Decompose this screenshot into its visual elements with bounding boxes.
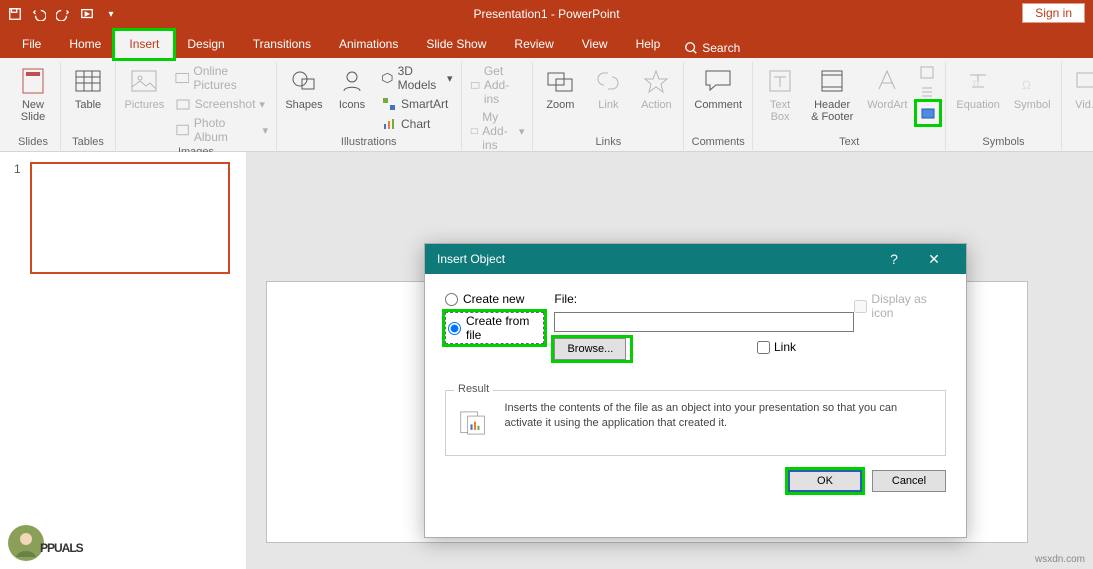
tab-view[interactable]: View: [568, 31, 622, 58]
slide-number-button[interactable]: [917, 82, 939, 102]
pictures-button[interactable]: Pictures: [122, 62, 167, 114]
slide-thumbnail-1[interactable]: [30, 162, 230, 274]
link-button[interactable]: Link: [587, 62, 629, 114]
tab-review[interactable]: Review: [500, 31, 567, 58]
icons-button[interactable]: Icons: [331, 62, 373, 114]
dialog-title: Insert Object: [437, 252, 505, 266]
chart-button[interactable]: Chart: [379, 114, 455, 134]
undo-icon[interactable]: [28, 3, 50, 25]
my-addins-button[interactable]: My Add-ins ▾: [468, 108, 527, 154]
watermark: wsxdn.com: [1035, 554, 1085, 565]
tab-design[interactable]: Design: [173, 31, 238, 58]
online-pictures-button[interactable]: Online Pictures: [173, 62, 270, 94]
help-icon[interactable]: ?: [874, 251, 914, 267]
header-footer-button[interactable]: Header & Footer: [807, 62, 857, 126]
group-images: Pictures Online Pictures Screenshot ▾ Ph…: [116, 62, 277, 150]
tab-animations[interactable]: Animations: [325, 31, 412, 58]
appuals-logo: PPUALS: [6, 522, 83, 563]
result-panel: Result Inserts the contents of the file …: [445, 390, 946, 456]
get-addins-button[interactable]: Get Add-ins: [468, 62, 527, 108]
svg-text:Ω: Ω: [1022, 78, 1031, 92]
quick-access-toolbar: ▾: [4, 3, 122, 25]
group-tables: Table Tables: [61, 62, 116, 150]
object-button[interactable]: [917, 102, 939, 124]
tab-transitions[interactable]: Transitions: [239, 31, 325, 58]
group-links: Zoom Link Action Links: [533, 62, 684, 150]
tab-file[interactable]: File: [8, 31, 55, 58]
tab-home[interactable]: Home: [55, 31, 115, 58]
group-addins: Get Add-ins My Add-ins ▾ Add-ins: [462, 62, 534, 150]
cancel-button[interactable]: Cancel: [872, 470, 946, 492]
title-bar: ▾ Presentation1 - PowerPoint Sign in: [0, 0, 1093, 28]
insert-object-dialog: Insert Object ? ✕ Create new Create from…: [424, 243, 967, 538]
file-path-input[interactable]: [554, 312, 854, 332]
svg-text:π: π: [972, 76, 980, 90]
ok-button[interactable]: OK: [788, 470, 862, 492]
file-label: File:: [554, 292, 854, 306]
display-as-icon-checkbox[interactable]: Display as icon: [854, 292, 946, 320]
zoom-button[interactable]: Zoom: [539, 62, 581, 114]
search-box[interactable]: Search: [684, 41, 740, 55]
window-title: Presentation1 - PowerPoint: [473, 7, 619, 21]
comment-button[interactable]: Comment: [690, 62, 746, 114]
wordart-button[interactable]: WordArt: [863, 62, 911, 114]
link-checkbox[interactable]: Link: [757, 340, 796, 354]
group-illustrations: Shapes Icons 3D Models ▾ SmartArt Chart …: [277, 62, 462, 150]
smartart-button[interactable]: SmartArt: [379, 94, 455, 114]
symbol-button[interactable]: ΩSymbol: [1010, 62, 1055, 114]
search-label: Search: [702, 41, 740, 55]
equation-button[interactable]: πEquation: [952, 62, 1003, 114]
result-icon: [458, 401, 489, 445]
start-from-beginning-icon[interactable]: [76, 3, 98, 25]
table-button[interactable]: Table: [67, 62, 109, 114]
ribbon-tabs: File Home Insert Design Transitions Anim…: [0, 28, 1093, 58]
slide-number: 1: [14, 162, 24, 176]
ribbon: New Slide Slides Table Tables Pictures O…: [0, 58, 1093, 152]
group-symbols: πEquation ΩSymbol Symbols: [946, 62, 1061, 150]
screenshot-button[interactable]: Screenshot ▾: [173, 94, 270, 114]
result-legend: Result: [454, 383, 493, 395]
group-comments: Comment Comments: [684, 62, 753, 150]
tab-help[interactable]: Help: [622, 31, 675, 58]
group-media: Vid…: [1062, 62, 1093, 150]
tab-slideshow[interactable]: Slide Show: [412, 31, 500, 58]
qat-customize-icon[interactable]: ▾: [100, 3, 122, 25]
save-icon[interactable]: [4, 3, 26, 25]
shapes-button[interactable]: Shapes: [283, 62, 325, 114]
3d-models-button[interactable]: 3D Models ▾: [379, 62, 455, 94]
tab-insert[interactable]: Insert: [115, 31, 173, 58]
action-button[interactable]: Action: [635, 62, 677, 114]
browse-button[interactable]: Browse...: [554, 338, 626, 360]
photo-album-button[interactable]: Photo Album ▾: [173, 114, 270, 146]
sign-in-button[interactable]: Sign in: [1022, 3, 1085, 23]
create-new-radio[interactable]: Create new: [445, 292, 544, 306]
redo-icon[interactable]: [52, 3, 74, 25]
group-slides: New Slide Slides: [6, 62, 61, 150]
create-from-file-radio[interactable]: Create from file: [445, 312, 544, 344]
result-description: Inserts the contents of the file as an o…: [505, 401, 934, 431]
slide-thumbnail-panel: 1: [0, 152, 247, 569]
text-box-button[interactable]: Text Box: [759, 62, 801, 126]
dialog-titlebar: Insert Object ? ✕: [425, 244, 966, 274]
date-time-button[interactable]: [917, 62, 939, 82]
video-button[interactable]: Vid…: [1068, 62, 1093, 114]
new-slide-button[interactable]: New Slide: [12, 62, 54, 126]
close-icon[interactable]: ✕: [914, 251, 954, 268]
group-text: Text Box Header & Footer WordArt Text: [753, 62, 946, 150]
